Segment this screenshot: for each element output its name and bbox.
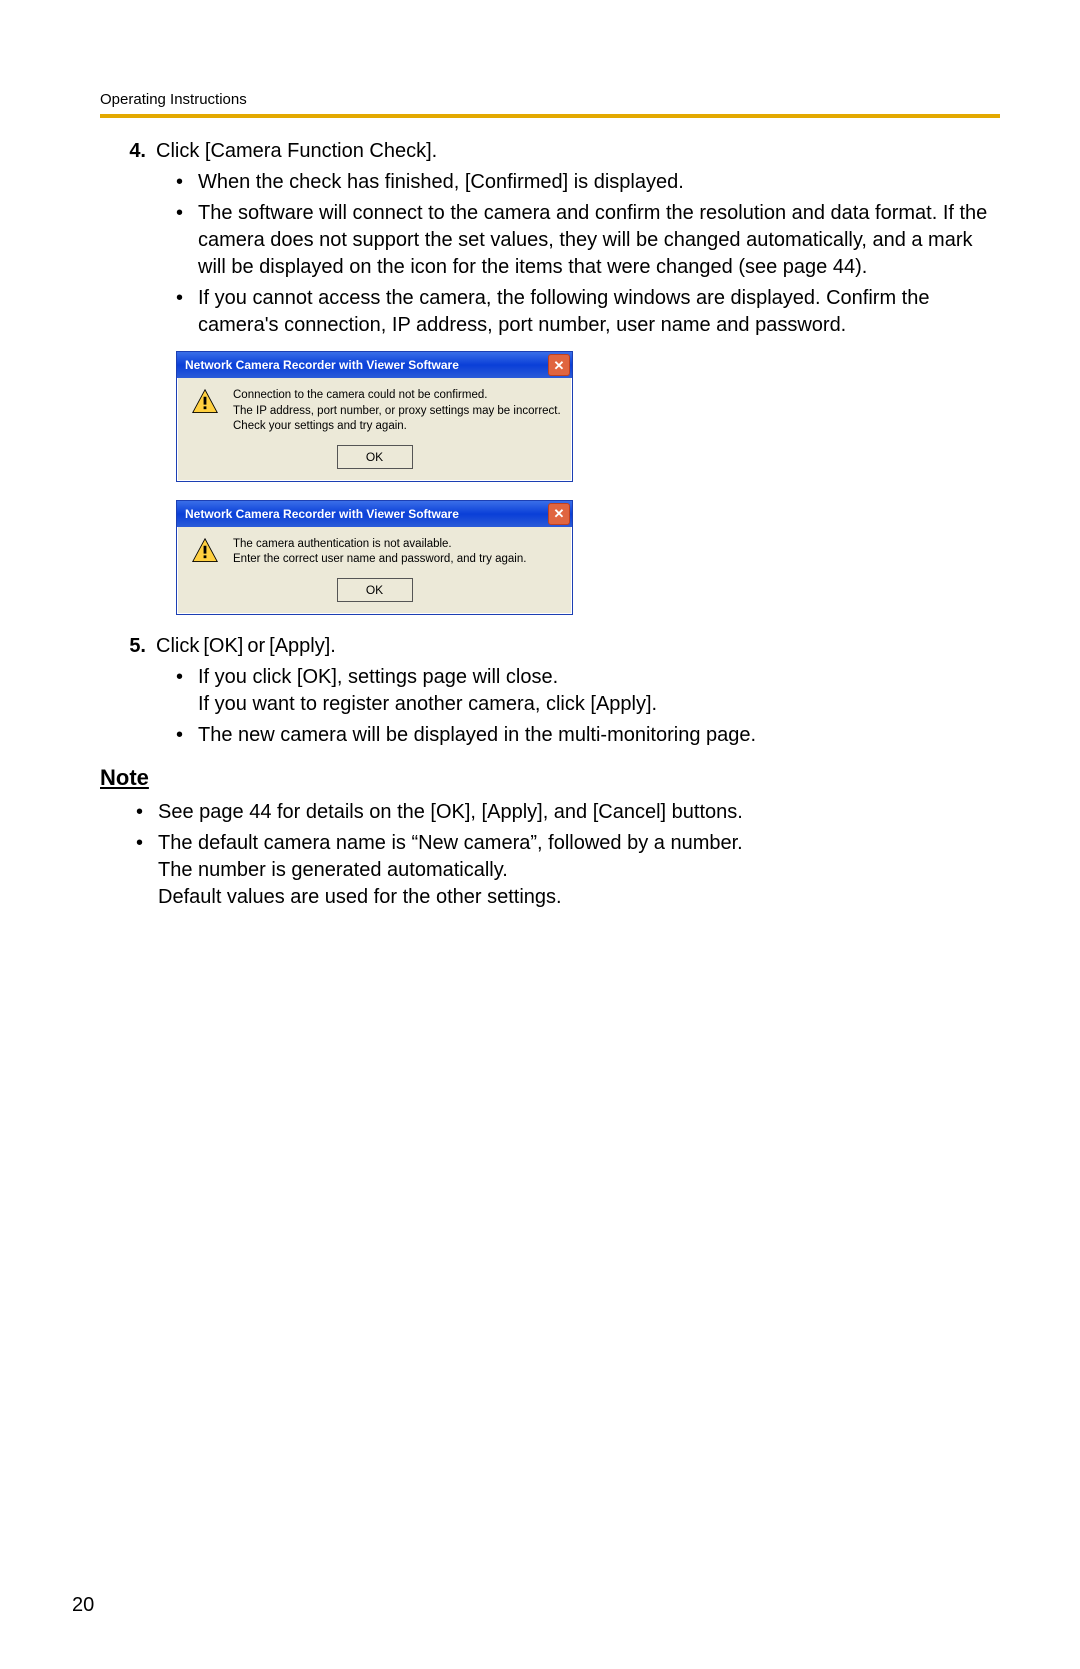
header-label: Operating Instructions bbox=[100, 90, 1000, 110]
ok-button[interactable]: OK bbox=[337, 445, 413, 469]
dialog-line: Check your settings and try again. bbox=[233, 419, 561, 435]
bullet-text: The new camera will be displayed in the … bbox=[198, 722, 1000, 749]
dialog-screenshots: Network Camera Recorder with Viewer Soft… bbox=[176, 351, 1000, 615]
dialog-line: Enter the correct user name and password… bbox=[233, 552, 526, 568]
dialog-actions: OK bbox=[177, 572, 572, 614]
dialog-title: Network Camera Recorder with Viewer Soft… bbox=[185, 506, 548, 522]
step-4-bullets: • When the check has finished, [Confirme… bbox=[100, 169, 1000, 339]
bullet: • The default camera name is “New camera… bbox=[136, 830, 1000, 911]
step-5: 5. Click [OK] or [Apply]. bbox=[100, 633, 1000, 660]
note-heading: Note bbox=[100, 763, 1000, 793]
bullet-text: The software will connect to the camera … bbox=[198, 200, 1000, 281]
note-bullets: • See page 44 for details on the [OK], [… bbox=[100, 799, 1000, 911]
bullet-dot-icon: • bbox=[176, 200, 198, 281]
dialog-message: The camera authentication is not availab… bbox=[233, 537, 526, 568]
page-number: 20 bbox=[72, 1592, 94, 1619]
bullet: • If you cannot access the camera, the f… bbox=[176, 285, 1000, 339]
dialog-titlebar: Network Camera Recorder with Viewer Soft… bbox=[177, 501, 572, 527]
step-5-bullets: • If you click [OK], settings page will … bbox=[100, 664, 1000, 749]
dialog-titlebar: Network Camera Recorder with Viewer Soft… bbox=[177, 352, 572, 378]
dialog-body: Connection to the camera could not be co… bbox=[177, 378, 572, 439]
step-text: Click [Camera Function Check]. bbox=[156, 138, 1000, 165]
step-4: 4. Click [Camera Function Check]. bbox=[100, 138, 1000, 165]
page: Operating Instructions 4. Click [Camera … bbox=[0, 0, 1080, 1669]
header-rule bbox=[100, 114, 1000, 118]
ok-button[interactable]: OK bbox=[337, 578, 413, 602]
bullet-dot-icon: • bbox=[176, 285, 198, 339]
bullet: • The new camera will be displayed in th… bbox=[176, 722, 1000, 749]
close-icon[interactable]: ✕ bbox=[548, 354, 570, 376]
bullet: • See page 44 for details on the [OK], [… bbox=[136, 799, 1000, 826]
warning-icon bbox=[191, 388, 219, 416]
dialog-connection-error: Network Camera Recorder with Viewer Soft… bbox=[176, 351, 573, 482]
bullet-dot-icon: • bbox=[136, 830, 158, 911]
bullet-dot-icon: • bbox=[136, 799, 158, 826]
bullet: • The software will connect to the camer… bbox=[176, 200, 1000, 281]
bullet-text: When the check has finished, [Confirmed]… bbox=[198, 169, 1000, 196]
bullet-text: The default camera name is “New camera”,… bbox=[158, 830, 1000, 911]
bullet: • When the check has finished, [Confirme… bbox=[176, 169, 1000, 196]
bullet-text: If you cannot access the camera, the fol… bbox=[198, 285, 1000, 339]
step-number: 5. bbox=[100, 633, 156, 660]
bullet-dot-icon: • bbox=[176, 722, 198, 749]
dialog-line: The IP address, port number, or proxy se… bbox=[233, 404, 561, 420]
dialog-title: Network Camera Recorder with Viewer Soft… bbox=[185, 357, 548, 373]
step-text: Click [OK] or [Apply]. bbox=[156, 633, 1000, 660]
dialog-message: Connection to the camera could not be co… bbox=[233, 388, 561, 435]
dialog-actions: OK bbox=[177, 439, 572, 481]
bullet: • If you click [OK], settings page will … bbox=[176, 664, 1000, 718]
dialog-line: The camera authentication is not availab… bbox=[233, 537, 526, 553]
bullet-dot-icon: • bbox=[176, 169, 198, 196]
bullet-text: If you click [OK], settings page will cl… bbox=[198, 664, 1000, 718]
dialog-line: Connection to the camera could not be co… bbox=[233, 388, 561, 404]
warning-icon bbox=[191, 537, 219, 565]
bullet-text: See page 44 for details on the [OK], [Ap… bbox=[158, 799, 1000, 826]
dialog-auth-error: Network Camera Recorder with Viewer Soft… bbox=[176, 500, 573, 615]
dialog-body: The camera authentication is not availab… bbox=[177, 527, 572, 572]
step-number: 4. bbox=[100, 138, 156, 165]
close-icon[interactable]: ✕ bbox=[548, 503, 570, 525]
bullet-dot-icon: • bbox=[176, 664, 198, 718]
